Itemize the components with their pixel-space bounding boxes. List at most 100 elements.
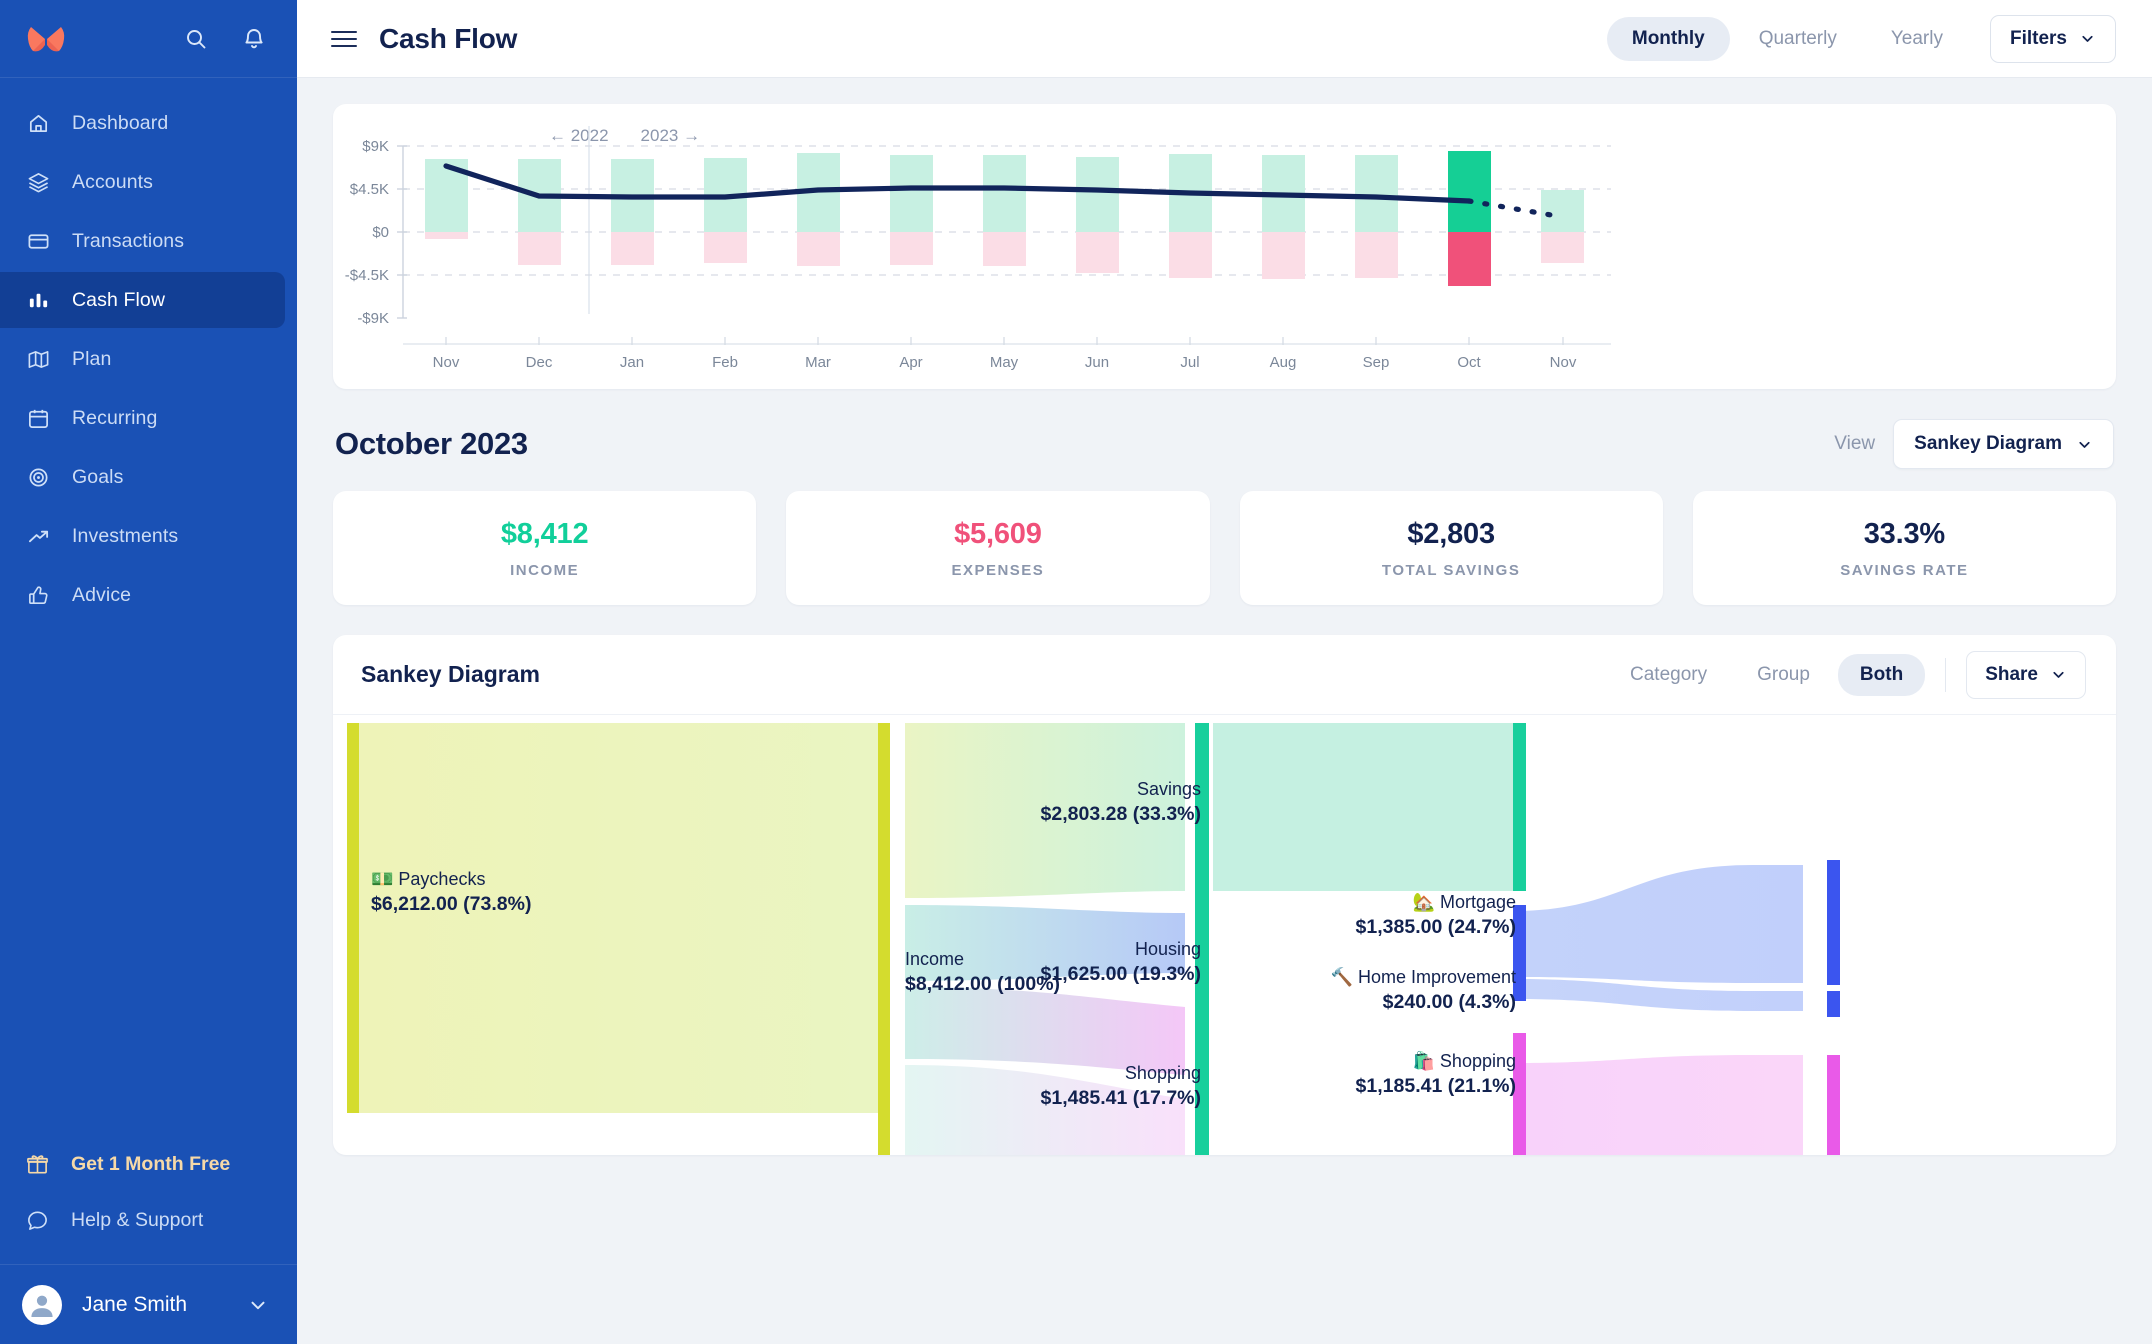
username-label: Jane Smith bbox=[82, 1292, 188, 1316]
chat-bubble-icon bbox=[26, 1209, 49, 1232]
sidebar-header-actions bbox=[183, 26, 267, 52]
stat-card-expenses: $5,609 EXPENSES bbox=[786, 491, 1210, 605]
sidebar-item-plan[interactable]: Plan bbox=[0, 331, 285, 387]
promo-label: Get 1 Month Free bbox=[71, 1152, 231, 1175]
topbar: Cash Flow Monthly Quarterly Yearly Filte… bbox=[297, 0, 2152, 78]
trending-up-icon bbox=[26, 524, 50, 548]
svg-text:$0: $0 bbox=[372, 224, 389, 241]
chevron-down-icon bbox=[2050, 666, 2067, 683]
divider bbox=[1945, 657, 1947, 692]
tab-quarterly[interactable]: Quarterly bbox=[1734, 17, 1862, 61]
sankey-title: Sankey Diagram bbox=[361, 661, 540, 687]
svg-text:Apr: Apr bbox=[899, 354, 922, 371]
sankey-card: Sankey Diagram Category Group Both Share bbox=[333, 635, 2116, 1155]
sidebar-item-investments[interactable]: Investments bbox=[0, 508, 285, 564]
sidebar-header bbox=[0, 0, 297, 78]
calendar-icon bbox=[26, 406, 50, 430]
bell-icon[interactable] bbox=[241, 26, 267, 52]
sankey-node-income-out bbox=[1195, 723, 1209, 1155]
menu-icon[interactable] bbox=[331, 26, 357, 52]
svg-text:Mar: Mar bbox=[805, 354, 831, 371]
stat-card-total-savings: $2,803 TOTAL SAVINGS bbox=[1239, 491, 1663, 605]
sidebar-item-label: Dashboard bbox=[72, 111, 169, 134]
tab-both[interactable]: Both bbox=[1837, 653, 1926, 696]
svg-text:Oct: Oct bbox=[1457, 354, 1481, 371]
sankey-node-savings bbox=[1513, 723, 1526, 891]
tab-monthly[interactable]: Monthly bbox=[1606, 16, 1730, 61]
svg-text:Nov: Nov bbox=[1550, 354, 1577, 371]
main-area: Cash Flow Monthly Quarterly Yearly Filte… bbox=[297, 0, 2152, 1344]
thumbs-up-icon bbox=[26, 583, 50, 607]
sankey-node-shopping-group bbox=[1513, 1033, 1526, 1155]
svg-text:Dec: Dec bbox=[526, 354, 553, 371]
sidebar-item-accounts[interactable]: Accounts bbox=[0, 154, 285, 210]
total-savings-label: TOTAL SAVINGS bbox=[1381, 561, 1521, 579]
svg-text:Nov: Nov bbox=[433, 354, 460, 371]
sankey-actions: Category Group Both Share bbox=[1608, 650, 2086, 699]
user-menu[interactable]: Jane Smith bbox=[0, 1264, 297, 1344]
sankey-body: 💵 Paychecks $6,212.00 (73.8%) Income $8,… bbox=[333, 715, 2116, 1155]
period-toggle: Monthly Quarterly Yearly bbox=[1606, 16, 1968, 61]
content: ← 2022 2023 → $9K $4.5K $0 -$4.5K -$9K N… bbox=[297, 78, 2152, 1344]
share-button[interactable]: Share bbox=[1966, 650, 2086, 699]
target-icon bbox=[26, 465, 50, 489]
svg-text:$9K: $9K bbox=[362, 138, 389, 155]
bar-chart-icon bbox=[26, 288, 50, 312]
view-label: View bbox=[1834, 433, 1876, 454]
tab-group[interactable]: Group bbox=[1735, 654, 1832, 696]
svg-text:Aug: Aug bbox=[1270, 354, 1297, 371]
sankey-node-home-improvement bbox=[1827, 991, 1840, 1017]
home-icon bbox=[26, 111, 50, 135]
avatar bbox=[22, 1284, 62, 1325]
tab-yearly[interactable]: Yearly bbox=[1866, 17, 1968, 61]
sankey-node-income-in bbox=[878, 723, 890, 1155]
sidebar-item-transactions[interactable]: Transactions bbox=[0, 213, 285, 269]
help-support-button[interactable]: Help & Support bbox=[0, 1192, 297, 1248]
chevron-down-icon[interactable] bbox=[247, 1294, 269, 1316]
sankey-node-shopping bbox=[1827, 1055, 1840, 1155]
sidebar-item-label: Investments bbox=[72, 524, 179, 547]
sidebar-item-recurring[interactable]: Recurring bbox=[0, 390, 285, 446]
view-value: Sankey Diagram bbox=[1914, 433, 2062, 454]
svg-text:Sep: Sep bbox=[1363, 354, 1390, 371]
topbar-actions: Monthly Quarterly Yearly Filters bbox=[1606, 14, 2116, 63]
sidebar-item-label: Goals bbox=[72, 465, 124, 488]
svg-text:-$9K: -$9K bbox=[357, 310, 389, 327]
get-free-month-button[interactable]: Get 1 Month Free bbox=[0, 1136, 297, 1192]
sidebar-item-dashboard[interactable]: Dashboard bbox=[0, 95, 285, 151]
savings-rate-label: SAVINGS RATE bbox=[1840, 561, 1969, 579]
sidebar-item-label: Transactions bbox=[72, 229, 185, 252]
sankey-node-housing bbox=[1513, 905, 1526, 1001]
svg-text:Jan: Jan bbox=[620, 354, 644, 371]
share-label: Share bbox=[1985, 663, 2038, 685]
sankey-node-mortgage bbox=[1827, 860, 1840, 985]
app-root: Dashboard Accounts Transactions Cash Flo… bbox=[0, 0, 2152, 1344]
sankey-node-paychecks bbox=[347, 723, 359, 1113]
chevron-down-icon bbox=[2079, 30, 2096, 47]
credit-card-icon bbox=[26, 229, 50, 253]
sidebar-item-goals[interactable]: Goals bbox=[0, 449, 285, 505]
sidebar-item-cash-flow[interactable]: Cash Flow bbox=[0, 272, 285, 328]
layers-icon bbox=[26, 170, 50, 194]
tab-category[interactable]: Category bbox=[1608, 654, 1729, 696]
sidebar-item-label: Advice bbox=[72, 583, 132, 606]
monarch-butterfly-logo[interactable] bbox=[26, 22, 68, 56]
search-icon[interactable] bbox=[183, 26, 209, 52]
sidebar-item-advice[interactable]: Advice bbox=[0, 567, 285, 623]
filters-button[interactable]: Filters bbox=[1989, 14, 2116, 63]
income-value: $8,412 bbox=[500, 517, 589, 550]
cashflow-plot: $9K $4.5K $0 -$4.5K -$9K Nov Dec Jan Feb… bbox=[345, 126, 1611, 371]
gift-icon bbox=[26, 1153, 49, 1176]
svg-text:$4.5K: $4.5K bbox=[350, 181, 389, 198]
summary-cards: $8,412 INCOME $5,609 EXPENSES $2,803 TOT… bbox=[333, 491, 2116, 605]
month-header-row: October 2023 View Sankey Diagram bbox=[335, 419, 2114, 469]
expenses-label: EXPENSES bbox=[951, 561, 1045, 579]
total-savings-value: $2,803 bbox=[1407, 517, 1495, 550]
svg-text:Jul: Jul bbox=[1180, 354, 1199, 371]
sankey-header: Sankey Diagram Category Group Both Share bbox=[333, 635, 2116, 715]
svg-text:May: May bbox=[990, 354, 1019, 371]
stat-card-savings-rate: 33.3% SAVINGS RATE bbox=[1692, 491, 2116, 605]
view-dropdown[interactable]: Sankey Diagram bbox=[1893, 419, 2114, 469]
svg-text:-$4.5K: -$4.5K bbox=[345, 267, 389, 284]
page-title: Cash Flow bbox=[379, 22, 518, 54]
